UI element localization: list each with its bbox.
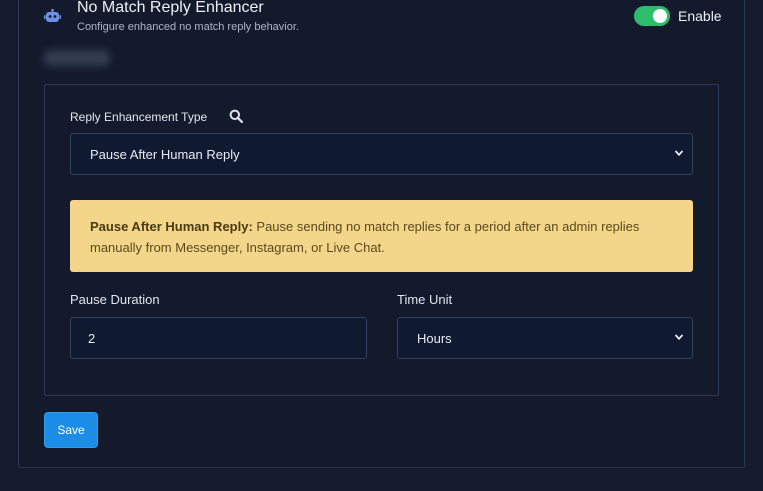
- info-alert: Pause After Human Reply: Pause sending n…: [70, 200, 693, 272]
- page-subtitle: Configure enhanced no match reply behavi…: [77, 21, 299, 33]
- chevron-down-icon: [674, 334, 684, 341]
- pause-duration-input[interactable]: 2: [70, 317, 367, 359]
- save-button[interactable]: Save: [44, 412, 98, 448]
- robot-icon: [44, 9, 61, 22]
- time-unit-value: Hours: [417, 330, 452, 346]
- search-icon[interactable]: [229, 109, 243, 123]
- reply-type-label: Reply Enhancement Type: [70, 110, 208, 124]
- time-unit-select[interactable]: Hours: [397, 317, 693, 359]
- reply-type-value: Pause After Human Reply: [90, 146, 240, 162]
- blurred-label: [44, 50, 110, 66]
- alert-title: Pause After Human Reply:: [90, 219, 253, 234]
- pause-duration-value: 2: [88, 330, 96, 346]
- page-title: No Match Reply Enhancer: [77, 0, 264, 16]
- time-unit-label: Time Unit: [397, 292, 453, 307]
- toggle-knob: [653, 9, 667, 23]
- pause-duration-label: Pause Duration: [70, 292, 160, 307]
- enable-toggle[interactable]: [634, 6, 670, 26]
- reply-type-select[interactable]: Pause After Human Reply: [70, 133, 693, 175]
- chevron-down-icon: [674, 150, 684, 157]
- enable-toggle-label: Enable: [678, 8, 722, 24]
